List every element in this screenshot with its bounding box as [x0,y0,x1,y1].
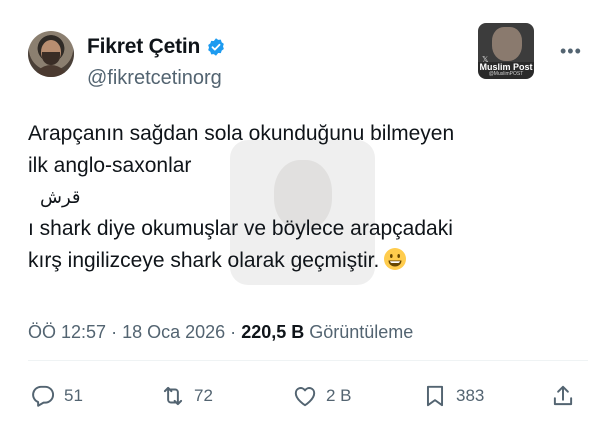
tweet-meta: ÖÖ 12:57 · 18 Oca 2026 · 220,5 B Görüntü… [28,322,413,343]
meta-separator: · [111,322,118,342]
author-name-row[interactable]: Fikret Çetin [87,35,226,59]
views-count: 220,5 B [241,322,305,342]
retweet-icon [163,386,183,406]
tweet-time[interactable]: ÖÖ 12:57 [28,322,106,342]
brand-badge-face [492,27,522,61]
meta-separator: · [230,322,237,342]
tweet-body-arabic: قرش [40,187,81,208]
brand-badge-image: 𝕏 Muslim Post @MuslimPOST [478,23,534,79]
retweet-count: 72 [194,386,213,405]
brand-badge-subtitle: @MuslimPOST [488,71,524,77]
like-button[interactable]: 2 B [292,383,352,409]
share-icon [553,385,573,406]
action-bar: 51 72 2 B 383 [30,383,590,413]
tweet-body-line-3: ı shark diye okumuşlar ve böylece arapça… [28,217,453,240]
bookmark-button[interactable]: 383 [422,383,484,409]
views-label: Görüntüleme [309,322,414,342]
bookmark-icon [426,385,444,407]
avatar-beard [42,52,60,65]
bookmark-count: 383 [456,386,485,405]
like-count: 2 B [326,386,352,405]
grinning-face-emoji-icon [383,247,407,271]
divider [28,360,588,361]
reply-count: 51 [64,386,83,405]
avatar[interactable] [28,31,74,77]
reply-button[interactable]: 51 [30,383,83,409]
more-options-icon[interactable]: ••• [560,41,582,62]
tweet-header: Fikret Çetin @fikretcetinorg 𝕏 Muslim Po… [28,23,588,90]
tweet-date[interactable]: 18 Oca 2026 [122,322,225,342]
tweet-body: Arapçanın sağdan sola okunduğunu bilmeye… [28,118,588,276]
tweet-body-line-4-row: kırş ingilizceye shark olarak geçmiştir. [28,245,588,277]
author-display-name[interactable]: Fikret Çetin [87,35,200,59]
retweet-button[interactable]: 72 [160,383,213,409]
avatar-shoulders [33,65,69,77]
share-button[interactable] [550,383,576,409]
heart-icon [294,387,316,407]
tweet-body-line-4: kırş ingilizceye shark olarak geçmiştir. [28,248,380,272]
reply-icon [32,385,54,407]
tweet-body-line-2: ilk anglo-saxonlar [28,153,192,177]
verified-badge-icon [208,38,224,56]
tweet-body-line-1: Arapçanın sağdan sola okunduğunu bilmeye… [28,122,455,145]
author-handle[interactable]: @fikretcetinorg [87,67,222,90]
